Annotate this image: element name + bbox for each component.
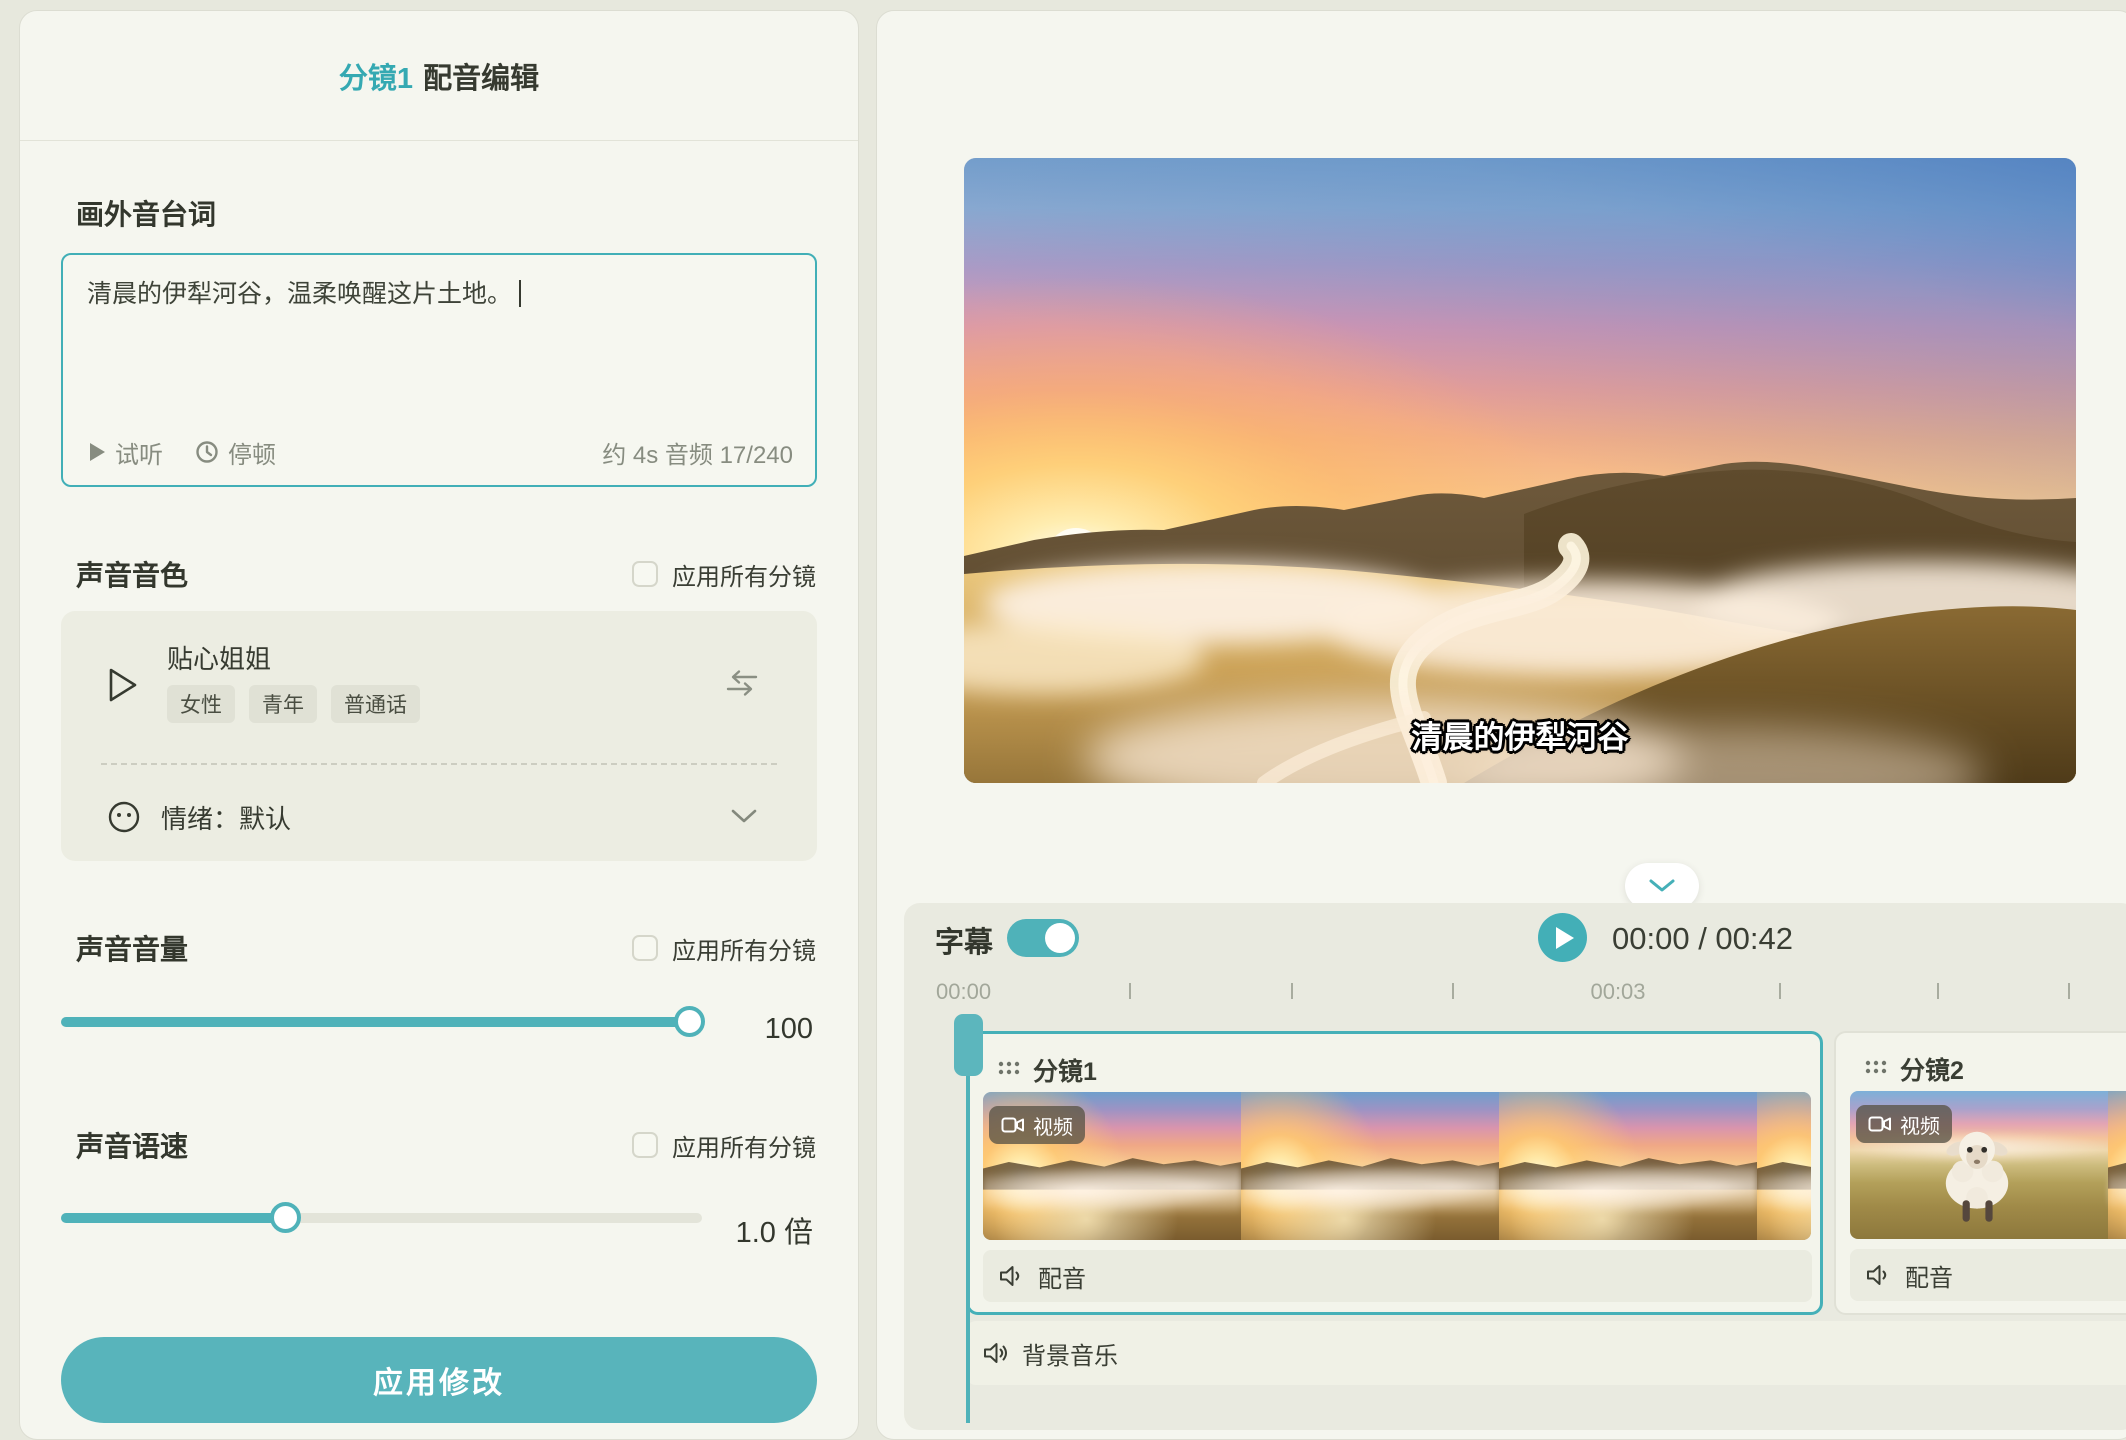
ruler-tick	[1779, 983, 1781, 999]
voice-tag: 青年	[249, 685, 317, 723]
speed-slider-thumb[interactable]	[270, 1202, 301, 1233]
emotion-selector[interactable]: 情绪：默认	[107, 795, 291, 839]
video-track[interactable]: 视频	[983, 1092, 1811, 1240]
speed-apply-all[interactable]: 应用所有分镜	[632, 1128, 816, 1163]
video-frame-thumbnail: 视频	[1850, 1091, 2108, 1239]
preview-audio-button[interactable]: 试听	[89, 435, 163, 470]
video-frame-thumbnail	[1241, 1092, 1499, 1240]
voiceover-edit-panel: 分镜1 配音编辑 画外音台词 清晨的伊犁河谷，温柔唤醒这片土地。 试听 停顿 约…	[19, 10, 859, 1440]
voice-apply-all[interactable]: 应用所有分镜	[632, 557, 816, 592]
background-music-track[interactable]: 背景音乐	[966, 1321, 2126, 1385]
voiceover-editor-app: 分镜1 配音编辑 画外音台词 清晨的伊犁河谷，温柔唤醒这片土地。 试听 停顿 约…	[0, 0, 2126, 1440]
video-badge: 视频	[1856, 1105, 1952, 1143]
speed-apply-all-checkbox[interactable]	[632, 1132, 658, 1158]
camera-icon	[1868, 1115, 1892, 1133]
speed-section-header: 声音语速 应用所有分镜	[76, 1125, 816, 1165]
chevron-down-icon[interactable]	[731, 809, 757, 823]
emotion-value: 情绪：默认	[161, 799, 291, 836]
speaker-icon	[983, 1341, 1009, 1365]
play-icon	[89, 442, 106, 462]
voiceover-script-label: 画外音台词	[76, 193, 216, 233]
ruler-tick	[1452, 983, 1454, 999]
voice-name: 贴心姐姐	[167, 639, 271, 676]
ruler-tick	[1937, 983, 1939, 999]
volume-slider-thumb[interactable]	[674, 1006, 705, 1037]
ruler-label-mid: 00:03	[1553, 979, 1683, 1005]
volume-slider[interactable]	[61, 1017, 702, 1027]
voice-tag: 普通话	[331, 685, 420, 723]
voiceover-text: 清晨的伊犁河谷，温柔唤醒这片土地。	[87, 275, 791, 313]
video-badge: 视频	[989, 1106, 1085, 1144]
video-frame-thumbnail	[2108, 1091, 2126, 1239]
clock-icon	[195, 440, 219, 464]
volume-label: 声音音量	[76, 928, 188, 968]
ruler-tick	[1129, 983, 1131, 999]
scene-name: 分镜2	[1900, 1051, 1964, 1087]
timeline-play-button[interactable]	[1538, 913, 1587, 962]
play-icon	[1555, 926, 1575, 950]
script-toolbar: 试听 停顿 约 4s 音频 17/240	[89, 435, 793, 469]
speed-slider[interactable]	[61, 1213, 702, 1223]
toggle-knob	[1045, 923, 1075, 953]
video-track[interactable]: 视频	[1850, 1091, 2126, 1239]
audio-length-counter: 约 4s 音频 17/240	[602, 435, 793, 470]
scene-name: 分镜1	[1033, 1052, 1097, 1088]
timeline-scene-2[interactable]: 分镜2 视频	[1834, 1031, 2126, 1315]
camera-icon	[1001, 1116, 1025, 1134]
volume-section-header: 声音音量 应用所有分镜	[76, 928, 816, 968]
drag-handle-icon[interactable]	[1864, 1059, 1888, 1075]
volume-slider-fill	[61, 1017, 689, 1027]
speed-slider-fill	[61, 1213, 285, 1223]
ruler-label-start: 00:00	[936, 979, 991, 1005]
voiceover-track[interactable]: 配音	[983, 1250, 1812, 1302]
video-preview[interactable]: 清晨的伊犁河谷	[964, 158, 2076, 783]
playhead-line	[966, 1031, 970, 1423]
volume-apply-all[interactable]: 应用所有分镜	[632, 931, 816, 966]
subtitle-toggle[interactable]	[1007, 919, 1079, 957]
speaker-icon	[1866, 1263, 1892, 1287]
drag-handle-icon[interactable]	[997, 1060, 1021, 1076]
insert-pause-button[interactable]: 停顿	[195, 435, 276, 470]
emotion-face-icon	[107, 800, 141, 834]
chevron-down-icon	[1648, 879, 1676, 893]
playhead-handle[interactable]	[954, 1014, 983, 1076]
voice-apply-all-checkbox[interactable]	[632, 561, 658, 587]
text-caret	[519, 280, 521, 307]
timeline-panel: 字幕 00:00 / 00:42 00:00 00:03	[904, 903, 2126, 1430]
panel-title: 分镜1 配音编辑	[20, 11, 858, 141]
divider	[101, 763, 777, 765]
voice-section-header: 声音音色 应用所有分镜	[76, 554, 816, 594]
speed-label: 声音语速	[76, 1125, 188, 1165]
video-frame-thumbnail	[1757, 1092, 1811, 1240]
volume-apply-all-checkbox[interactable]	[632, 935, 658, 961]
time-display: 00:00 / 00:42	[1612, 921, 1793, 957]
timeline-scene-1[interactable]: 分镜1 视频	[966, 1031, 1823, 1315]
subtitle-toggle-label: 字幕	[935, 919, 993, 961]
sunrise-valley-frame	[964, 158, 2076, 783]
voiceover-textarea[interactable]: 清晨的伊犁河谷，温柔唤醒这片土地。 试听 停顿 约 4s 音频 17/240	[61, 253, 817, 487]
ruler-tick	[2068, 983, 2070, 999]
voiceover-track[interactable]: 配音	[1850, 1249, 2126, 1301]
preview-panel: 清晨的伊犁河谷 字幕 00:00 / 00:42 00:00 00:03	[876, 10, 2126, 1440]
video-frame-thumbnail	[1499, 1092, 1757, 1240]
video-frame-thumbnail: 视频	[983, 1092, 1241, 1240]
apply-changes-button[interactable]: 应用修改	[61, 1337, 817, 1423]
video-subtitle: 清晨的伊犁河谷	[964, 712, 2076, 757]
panel-title-text: 配音编辑	[423, 55, 539, 97]
voice-play-icon[interactable]	[108, 667, 138, 703]
swap-voice-icon[interactable]	[725, 669, 759, 697]
voice-tag: 女性	[167, 685, 235, 723]
speed-value: 1.0 倍	[736, 1209, 813, 1251]
speaker-icon	[999, 1264, 1025, 1288]
voice-tags: 女性 青年 普通话	[167, 685, 420, 723]
ruler-tick	[1291, 983, 1293, 999]
volume-value: 100	[765, 1013, 813, 1046]
panel-title-scene: 分镜1	[339, 55, 413, 97]
voice-label: 声音音色	[76, 554, 188, 594]
voice-card[interactable]: 贴心姐姐 女性 青年 普通话 情绪：默认	[61, 611, 817, 861]
